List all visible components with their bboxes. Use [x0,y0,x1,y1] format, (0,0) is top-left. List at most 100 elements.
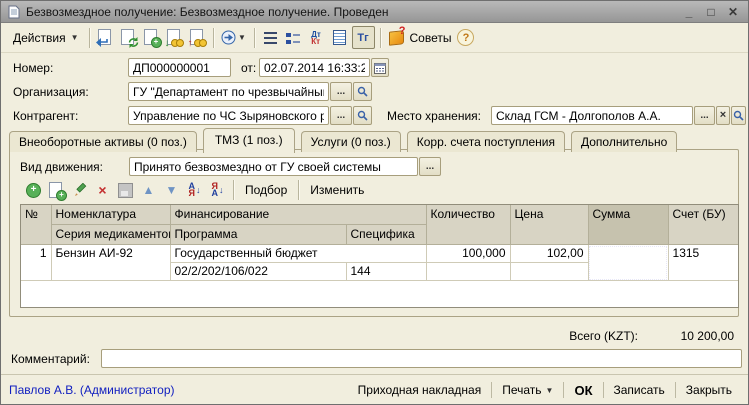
chevron-down-icon: ▼ [238,33,246,42]
edit-row-icon[interactable] [69,180,90,201]
storage-open-button[interactable] [731,106,746,125]
tab-additional[interactable]: Дополнительно [571,131,677,152]
col-header-quantity[interactable]: Количество [426,205,510,245]
storage-input[interactable] [491,106,693,125]
sort-ascending-icon[interactable]: АЯ↓ [184,180,205,201]
organization-select-button[interactable]: ... [330,82,352,101]
col-header-program[interactable]: Программа [170,225,346,245]
counterparty-open-button[interactable] [353,106,372,125]
sort-letters: ЯА [212,183,219,197]
checkbox-settings-icon[interactable] [283,27,304,48]
sort-descending-icon[interactable]: ЯА↓ [207,180,228,201]
tab-corr-accounts[interactable]: Корр. счета поступления [407,131,565,152]
col-header-series[interactable]: Серия медикаментов [51,225,170,245]
refresh-icon[interactable] [118,27,139,48]
structure-icon[interactable] [260,27,281,48]
add-copy-row-icon[interactable]: + [46,180,67,201]
move-down-icon[interactable]: ▼ [161,180,182,201]
col-header-specifics[interactable]: Специфика [346,225,426,245]
close-button[interactable]: Закрыть [678,381,740,399]
checkbox-grid-shape [286,32,300,44]
document-icon [8,5,20,19]
cell-quantity-2[interactable] [426,263,510,281]
items-table[interactable]: № Номенклатура Финансирование Количество… [20,204,739,308]
movement-type-select-button[interactable]: ... [419,157,441,176]
maximize-icon[interactable]: □ [703,5,719,19]
tab-noncurrent-assets[interactable]: Внеоборотные активы (0 поз.) [9,131,197,152]
magnifier-icon [357,110,368,121]
tab-services[interactable]: Услуги (0 поз.) [301,131,401,152]
table-row[interactable]: 1 Бензин АИ-92 Государственный бюджет 10… [21,245,738,263]
add-row-icon[interactable]: + [23,180,44,201]
col-header-num[interactable]: № [21,205,51,245]
movement-type-label: Вид движения: [20,160,103,174]
change-button[interactable]: Изменить [303,181,371,199]
calendar-button[interactable] [371,58,389,77]
cell-price-2[interactable] [510,263,588,281]
col-header-price[interactable]: Цена [510,205,588,245]
movements-report-icon[interactable] [329,27,350,48]
storage-select-button[interactable]: ... [694,106,715,125]
cell-nomenclature[interactable]: Бензин АИ-92 [51,245,170,281]
cell-account[interactable]: 1315 [668,245,738,281]
save-button[interactable]: Записать [606,381,673,399]
status-bar: Павлов А.В. (Администратор) Приходная на… [1,374,748,405]
help-icon[interactable]: ? [457,29,474,46]
col-header-financing[interactable]: Финансирование [170,205,426,225]
end-edit-icon[interactable] [115,180,136,201]
movement-type-input[interactable] [129,157,418,176]
cell-num[interactable]: 1 [21,245,51,281]
question-mark: ? [399,25,406,37]
col-header-sum[interactable]: Сумма [588,205,668,245]
tenge-prices-toggle[interactable]: Тг [352,26,375,49]
blue-arrow-shape [95,37,108,48]
user-link[interactable]: Павлов А.В. (Администратор) [9,383,175,397]
footer-separator [563,382,564,398]
dtkt-text: ДтКт [311,31,321,45]
post-document-icon[interactable]: ↓ [164,27,185,48]
print-button[interactable]: Печать ▼ [494,381,561,399]
toolbar-separator [298,180,299,200]
pick-button[interactable]: Подбор [238,181,294,199]
col-header-account[interactable]: Счет (БУ) [668,205,738,245]
report-page-shape [333,30,346,45]
unpost-document-icon[interactable]: ↑ [187,27,208,48]
number-input[interactable] [128,58,231,77]
total-label: Всего (KZT): [569,329,638,343]
debit-credit-icon[interactable]: ДтКт [306,27,327,48]
tmz-tab-panel: Вид движения: ... + + × ▲ ▼ АЯ↓ ЯА↓ Подб… [9,149,739,317]
close-icon[interactable]: ✕ [725,5,741,19]
cell-sum-selected[interactable]: 10 200,00 [588,245,668,281]
copy-icon[interactable]: + [141,27,162,48]
organization-open-button[interactable] [353,82,372,101]
cell-financing[interactable]: Государственный бюджет [170,245,426,263]
receipt-invoice-button[interactable]: Приходная накладная [350,381,490,399]
cell-program[interactable]: 02/2/202/106/022 [170,263,346,281]
sort-letters: АЯ [189,183,196,197]
comment-input[interactable] [101,349,742,368]
delete-row-icon[interactable]: × [92,180,113,201]
minimize-icon[interactable]: _ [681,5,697,19]
calendar-icon [374,62,386,74]
storage-clear-button[interactable]: × [716,106,730,125]
ok-button[interactable]: ОК [566,381,600,400]
reread-icon[interactable] [95,27,116,48]
goto-menu-icon[interactable]: ▼ [219,27,249,48]
green-plus-shape: + [151,37,162,48]
tab-tmz[interactable]: ТМЗ (1 поз.) [203,128,295,153]
cell-quantity[interactable]: 100,000 [426,245,510,263]
cell-price[interactable]: 102,00 [510,245,588,263]
cell-specifics[interactable]: 144 [346,263,426,281]
organization-input[interactable] [128,82,329,101]
tips-button[interactable]: Советы [408,28,458,48]
counterparty-select-button[interactable]: ... [330,106,352,125]
counterparty-input[interactable] [128,106,329,125]
actions-menu-button[interactable]: Действия ▼ [7,28,85,48]
list-lines-shape [264,32,277,44]
date-input[interactable] [259,58,370,77]
toolbar-separator [89,28,90,48]
chevron-down-icon: ▼ [71,33,79,42]
col-header-nomenclature[interactable]: Номенклатура [51,205,170,225]
advisor-icon[interactable]: ? [386,27,407,48]
move-up-icon[interactable]: ▲ [138,180,159,201]
